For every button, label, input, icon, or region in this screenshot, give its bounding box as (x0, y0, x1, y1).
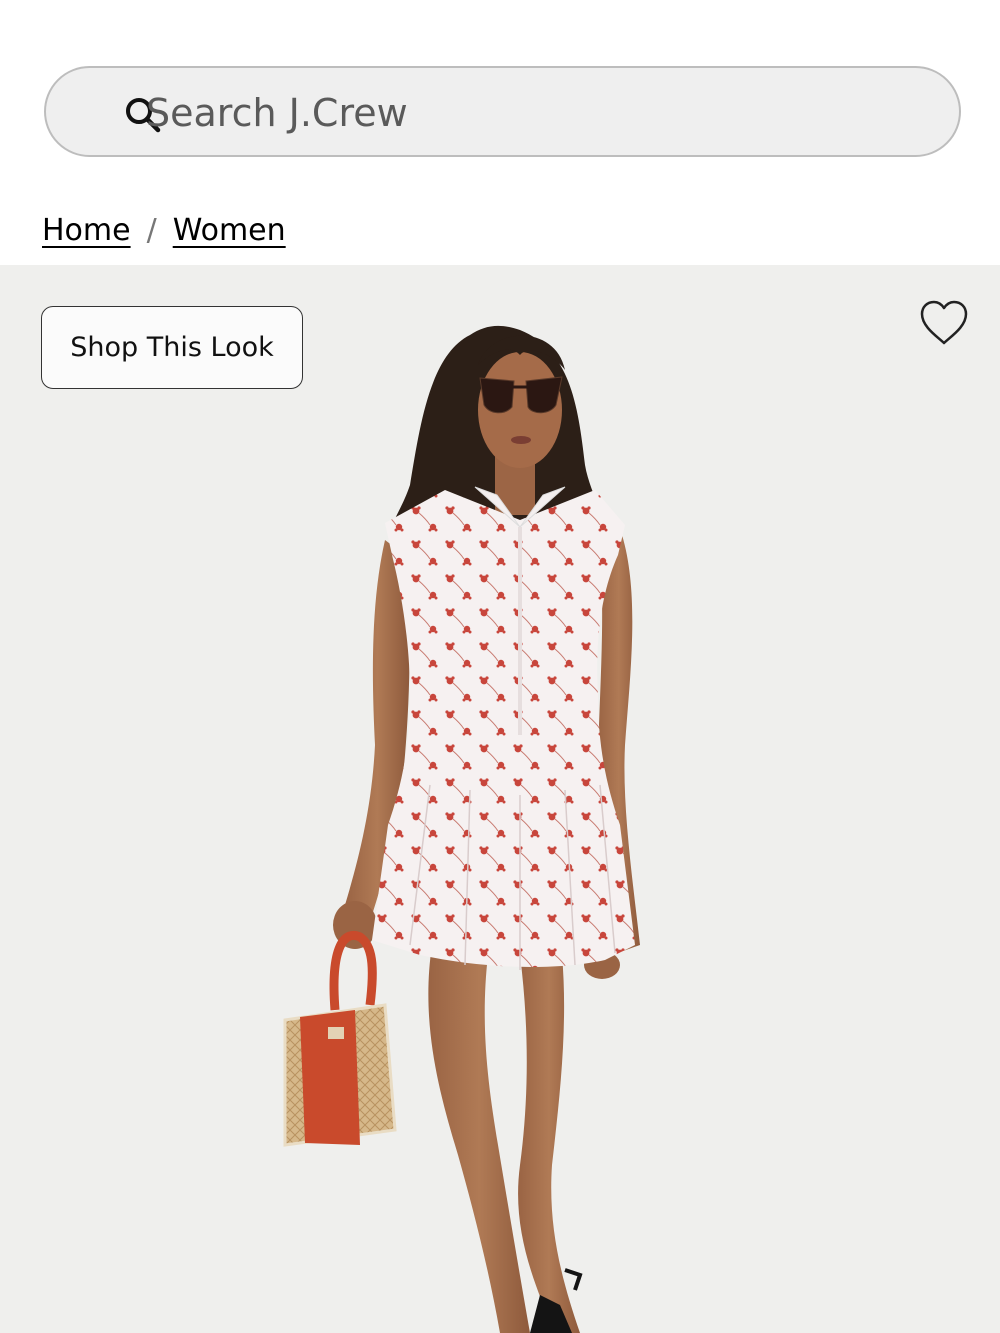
model-photo (283, 325, 640, 1333)
search-bar[interactable] (44, 66, 961, 157)
hero-product-image[interactable]: Shop This Look (0, 265, 1000, 1333)
breadcrumb-women-link[interactable]: Women (173, 213, 286, 248)
search-input[interactable] (146, 86, 906, 140)
heart-outline-icon[interactable] (918, 299, 970, 347)
breadcrumb-separator: / (146, 212, 157, 248)
breadcrumb-home-link[interactable]: Home (42, 213, 131, 248)
shop-this-look-button[interactable]: Shop This Look (41, 306, 303, 389)
breadcrumb: Home / Women (42, 208, 286, 252)
